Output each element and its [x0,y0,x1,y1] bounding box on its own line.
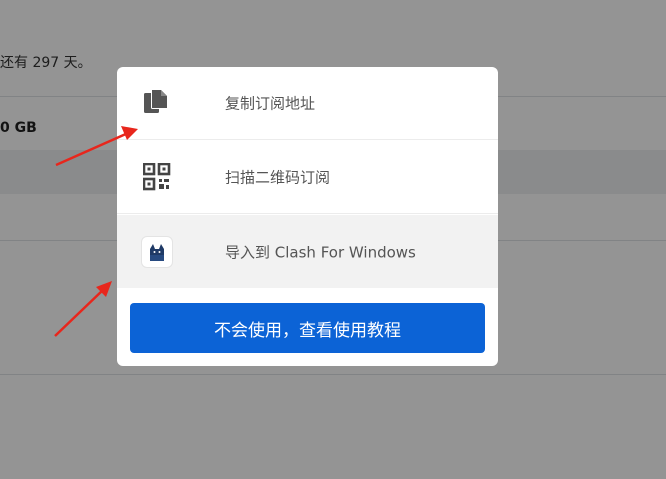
page: 还有 297 天。 0 GB 复制订阅地址 扫描二维码订阅 导入到 Clash … [0,0,666,479]
subscription-modal: 复制订阅地址 扫描二维码订阅 导入到 Clash For Windows 不会使… [117,67,498,366]
scan-qr-code-item[interactable]: 扫描二维码订阅 [117,141,498,214]
copy-subscription-link-label: 复制订阅地址 [225,94,316,113]
copy-subscription-link-item[interactable]: 复制订阅地址 [117,67,498,140]
import-to-clash-label: 导入到 Clash For Windows [225,243,416,261]
import-to-clash-item[interactable]: 导入到 Clash For Windows [117,215,498,288]
scan-qr-code-label: 扫描二维码订阅 [225,168,331,187]
copy-icon [141,87,173,119]
clash-cat-icon [141,235,173,268]
help-tutorial-button[interactable]: 不会使用，查看使用教程 [130,303,485,353]
qr-code-icon [141,161,173,193]
